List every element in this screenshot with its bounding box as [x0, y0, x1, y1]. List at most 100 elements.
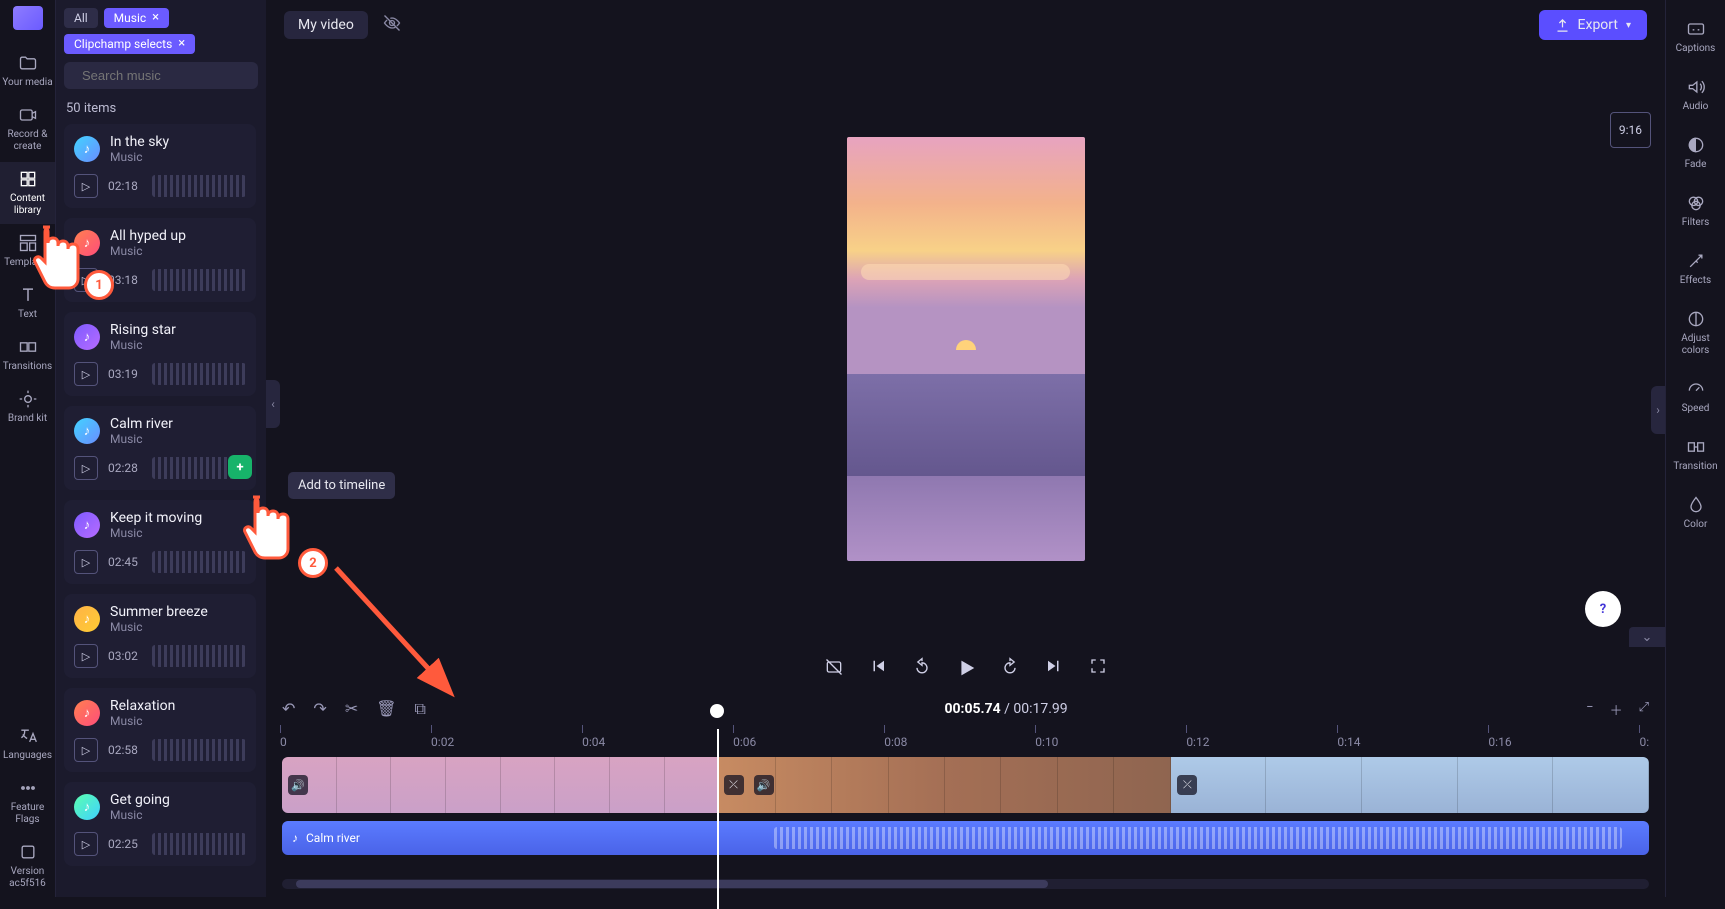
timeline-toolbar: ↶ ↷ ✂ 🗑 ⧉ 00:05.74 / 00:17.99 − ＋ ⤢	[266, 693, 1665, 725]
reframe-icon[interactable]	[823, 657, 845, 683]
chip-music[interactable]: Music×	[104, 8, 169, 28]
chip-all[interactable]: All	[64, 8, 98, 28]
music-note-icon: ♪	[292, 831, 298, 845]
visibility-off-icon[interactable]	[382, 13, 402, 37]
rail-transitions[interactable]: Transitions	[0, 330, 55, 380]
track-play-button[interactable]: ▷	[74, 644, 98, 668]
aspect-ratio-badge[interactable]: 9:16	[1610, 112, 1651, 148]
clip-volume-icon[interactable]: 🔊	[754, 775, 774, 795]
play-button[interactable]	[955, 657, 977, 683]
video-clip-2[interactable]	[719, 757, 1170, 813]
forward-icon[interactable]	[999, 657, 1021, 683]
chevron-down-icon: ▾	[1626, 20, 1631, 31]
zoom-in-icon[interactable]: ＋	[1610, 700, 1623, 719]
video-preview[interactable]	[847, 137, 1085, 561]
templates-icon	[18, 233, 38, 253]
rail-audio[interactable]: Audio	[1666, 68, 1725, 122]
track-duration: 02:28	[108, 461, 142, 475]
rail-transition[interactable]: Transition	[1666, 428, 1725, 482]
track-waveform	[152, 269, 246, 291]
rail-fade[interactable]: Fade	[1666, 126, 1725, 180]
music-track[interactable]: ♪ In the sky Music ▷ 02:18	[64, 124, 256, 208]
rail-record-create[interactable]: Record & create	[0, 98, 55, 160]
music-note-icon: ♪	[74, 136, 100, 162]
rail-filters[interactable]: Filters	[1666, 184, 1725, 238]
close-icon[interactable]: ×	[152, 12, 159, 24]
video-track[interactable]	[282, 757, 1649, 813]
audio-track[interactable]: ♪ Calm river	[282, 821, 1649, 855]
rail-speed[interactable]: Speed	[1666, 370, 1725, 424]
music-track[interactable]: ♪ Summer breeze Music ▷ 03:02	[64, 594, 256, 678]
rail-templates[interactable]: Templates	[0, 226, 55, 276]
music-note-icon: ♪	[74, 794, 100, 820]
rail-text[interactable]: Text	[0, 278, 55, 328]
add-to-timeline-button[interactable]: +	[228, 455, 252, 479]
skip-back-icon[interactable]	[867, 657, 889, 683]
zoom-out-icon[interactable]: −	[1586, 700, 1593, 719]
rail-label: Text	[18, 309, 37, 321]
track-play-button[interactable]: ▷	[74, 550, 98, 574]
rail-effects[interactable]: Effects	[1666, 242, 1725, 296]
undo-icon[interactable]: ↶	[282, 699, 295, 719]
track-subtitle: Music	[110, 244, 186, 258]
music-track[interactable]: ♪ Calm river Music ▷ 02:28 +	[64, 406, 256, 490]
music-list[interactable]: ♪ In the sky Music ▷ 02:18 ♪ All hyped u…	[64, 124, 258, 897]
rail-languages[interactable]: Languages	[0, 719, 55, 769]
skip-forward-icon[interactable]	[1043, 657, 1065, 683]
music-track[interactable]: ♪ Keep it moving Music ▷ 02:45	[64, 500, 256, 584]
annotation-arrow	[328, 560, 468, 710]
close-icon[interactable]: ×	[178, 38, 185, 50]
chip-label: Clipchamp selects	[74, 37, 172, 51]
tooltip-add-to-timeline: Add to timeline	[288, 472, 395, 499]
brand-icon	[18, 389, 38, 409]
right-panel-collapse-button[interactable]: ›	[1651, 386, 1665, 434]
rail-version[interactable]: Version ac5f516	[0, 835, 55, 897]
left-rail: Your media Record & create Content libra…	[0, 0, 56, 897]
music-track[interactable]: ♪ Get going Music ▷ 02:25	[64, 782, 256, 866]
stage-collapse-button[interactable]: ⌄	[1629, 627, 1665, 647]
project-title[interactable]: My video	[284, 11, 368, 39]
zoom-fit-icon[interactable]: ⤢	[1639, 700, 1649, 719]
search-field[interactable]	[82, 68, 258, 83]
export-button[interactable]: Export ▾	[1539, 10, 1647, 40]
music-track[interactable]: ♪ Rising star Music ▷ 03:19	[64, 312, 256, 396]
music-track[interactable]: ♪ Relaxation Music ▷ 02:58	[64, 688, 256, 772]
fullscreen-icon[interactable]	[1087, 657, 1109, 683]
timeline-scrollbar[interactable]	[282, 879, 1649, 889]
playhead[interactable]	[717, 729, 719, 909]
annotation-badge-2: 2	[298, 548, 328, 578]
track-play-button[interactable]: ▷	[74, 738, 98, 762]
rail-content-library[interactable]: Content library	[0, 162, 55, 224]
timeline-tracks[interactable]: 🔊 ⤫ 🔊 ⤫ ♪ Calm river	[282, 757, 1649, 897]
version-icon	[18, 842, 38, 862]
search-input[interactable]	[64, 62, 258, 89]
clip-transition-icon[interactable]: ⤫	[1177, 775, 1197, 795]
track-waveform	[152, 551, 246, 573]
audio-waveform	[774, 827, 1622, 849]
rail-your-media[interactable]: Your media	[0, 46, 55, 96]
time-current: 00:05.74	[944, 701, 1000, 717]
rail-adjust-colors[interactable]: Adjust colors	[1666, 300, 1725, 366]
help-button[interactable]: ?	[1585, 591, 1621, 627]
track-waveform	[152, 739, 246, 761]
rail-brand-kit[interactable]: Brand kit	[0, 382, 55, 432]
track-play-button[interactable]: ▷	[74, 362, 98, 386]
main-area: My video Export ▾ 9:16 ? ⌄	[266, 0, 1665, 897]
scrollbar-thumb[interactable]	[296, 880, 1048, 888]
clip-volume-icon[interactable]: 🔊	[288, 775, 308, 795]
track-play-button[interactable]: ▷	[74, 832, 98, 856]
chip-clipchamp-selects[interactable]: Clipchamp selects ×	[64, 34, 195, 54]
track-subtitle: Music	[110, 714, 175, 728]
rail-captions[interactable]: Captions	[1666, 10, 1725, 64]
timeline-ruler[interactable]: 00:020:040:060:080:100:120:140:160:	[282, 725, 1649, 749]
track-play-button[interactable]: ▷	[74, 456, 98, 480]
rail-feature-flags[interactable]: Feature Flags	[0, 771, 55, 833]
video-clip-3[interactable]	[1171, 757, 1649, 813]
playhead-handle-icon[interactable]	[710, 704, 724, 718]
rewind-icon[interactable]	[911, 657, 933, 683]
track-play-button[interactable]: ▷	[74, 174, 98, 198]
rail-color[interactable]: Color	[1666, 486, 1725, 540]
clip-transition-icon[interactable]: ⤫	[724, 775, 744, 795]
video-clip-1[interactable]	[282, 757, 719, 813]
redo-icon[interactable]: ↷	[313, 699, 326, 719]
